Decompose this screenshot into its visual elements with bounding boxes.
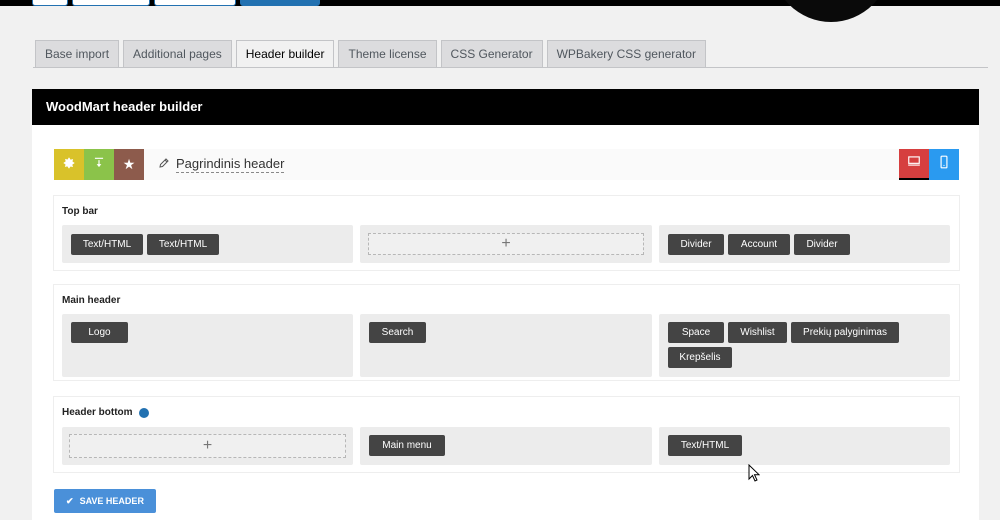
- import-button[interactable]: [84, 149, 114, 180]
- presets-button[interactable]: ★: [114, 149, 144, 180]
- element-account[interactable]: Account: [728, 234, 790, 255]
- top-button-primary[interactable]: [240, 0, 320, 6]
- element-wishlist[interactable]: Wishlist: [728, 322, 787, 343]
- element-logo[interactable]: Logo: [71, 322, 128, 343]
- tab-header-builder[interactable]: Header builder: [235, 40, 335, 68]
- header-name[interactable]: Pagrindinis header: [158, 156, 285, 173]
- mobile-view-button[interactable]: [929, 149, 959, 180]
- tab-base-import[interactable]: Base import: [35, 40, 120, 67]
- save-header-label: SAVE HEADER: [79, 496, 144, 506]
- top-button[interactable]: [72, 0, 150, 6]
- add-element-button[interactable]: +: [69, 434, 346, 458]
- header-settings-button[interactable]: [54, 149, 84, 180]
- row-settings-dot-icon[interactable]: [138, 407, 149, 418]
- column-right: Text/HTML: [659, 427, 950, 465]
- builder-toolbar: ★ Pagrindinis header: [54, 149, 959, 180]
- element-space[interactable]: Space: [668, 322, 724, 343]
- check-icon: ✔: [66, 495, 74, 506]
- star-icon: ★: [122, 156, 136, 172]
- panel-title: WoodMart header builder: [32, 89, 979, 125]
- save-header-button[interactable]: ✔ SAVE HEADER: [54, 489, 156, 513]
- header-builder-panel: WoodMart header builder ★ Pagrindinis he…: [32, 89, 979, 520]
- tab-wpbakery-css-generator[interactable]: WPBakery CSS generator: [546, 40, 706, 67]
- tabs-divider: [33, 67, 988, 68]
- column-center: +: [360, 225, 652, 263]
- element-divider[interactable]: Divider: [794, 234, 850, 255]
- column-center: Search: [360, 314, 652, 377]
- element-text-html[interactable]: Text/HTML: [668, 435, 742, 456]
- row-main-header: Main header Logo Search Space Wishlist P…: [54, 285, 959, 380]
- column-left: Logo: [62, 314, 353, 377]
- top-button[interactable]: [32, 0, 68, 6]
- download-icon: [92, 156, 106, 173]
- column-left: +: [62, 427, 353, 465]
- element-divider[interactable]: Divider: [668, 234, 724, 255]
- row-title: Header bottom: [62, 407, 133, 418]
- element-main-menu[interactable]: Main menu: [369, 435, 445, 456]
- element-compare[interactable]: Prekių palyginimas: [791, 322, 899, 343]
- tab-theme-license[interactable]: Theme license: [338, 40, 437, 67]
- header-name-label: Pagrindinis header: [176, 156, 285, 173]
- add-element-button[interactable]: +: [368, 233, 644, 255]
- element-search[interactable]: Search: [369, 322, 426, 343]
- gear-icon: [62, 156, 76, 173]
- desktop-icon: [907, 154, 921, 173]
- nav-tabs: Base import Additional pages Header buil…: [35, 40, 706, 68]
- pencil-icon: [158, 157, 170, 172]
- column-left: Text/HTML Text/HTML: [62, 225, 353, 263]
- row-title: Main header: [62, 295, 121, 306]
- column-right: Space Wishlist Prekių palyginimas Krepše…: [659, 314, 950, 377]
- mobile-icon: [938, 155, 950, 174]
- desktop-view-button[interactable]: [899, 149, 929, 180]
- row-top-bar: Top bar Text/HTML Text/HTML + Divider Ac…: [54, 196, 959, 270]
- tab-additional-pages[interactable]: Additional pages: [123, 40, 232, 67]
- mouse-cursor-icon: [748, 463, 761, 487]
- column-right: Divider Account Divider: [659, 225, 950, 263]
- video-overlay: [772, 0, 890, 22]
- row-title-wrap: Header bottom: [62, 407, 149, 418]
- element-text-html[interactable]: Text/HTML: [147, 234, 219, 255]
- element-cart[interactable]: Krepšelis: [668, 347, 732, 368]
- row-header-bottom: Header bottom + Main menu Text/HTML: [54, 397, 959, 472]
- top-button[interactable]: [154, 0, 236, 6]
- row-title: Top bar: [62, 206, 98, 217]
- element-text-html[interactable]: Text/HTML: [71, 234, 143, 255]
- tab-css-generator[interactable]: CSS Generator: [440, 40, 543, 67]
- column-center: Main menu: [360, 427, 652, 465]
